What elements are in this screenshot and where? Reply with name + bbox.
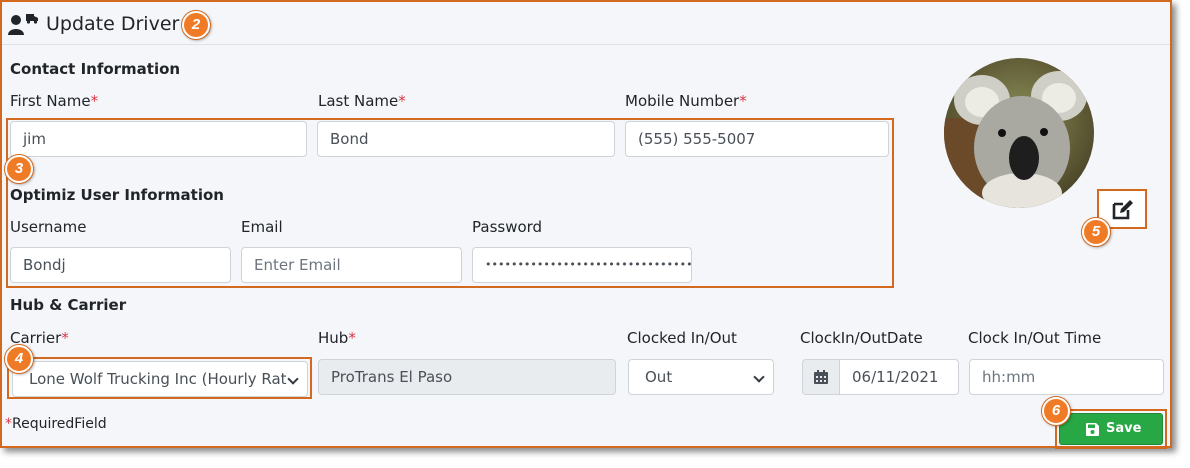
- clocked-select-value: Out: [645, 368, 673, 386]
- required-field-note: *RequiredField: [5, 416, 107, 432]
- user-section-title: Optimiz User Information: [10, 186, 224, 204]
- mobile-number-field[interactable]: (555) 555-5007: [625, 121, 889, 157]
- hub-carrier-section-title: Hub & Carrier: [10, 296, 127, 314]
- first-name-label: First Name*: [10, 92, 99, 110]
- hub-label: Hub*: [318, 329, 356, 347]
- callout-badge-2: 2: [182, 11, 210, 39]
- email-label: Email: [241, 218, 283, 236]
- clock-date-field[interactable]: 06/11/2021: [839, 359, 959, 395]
- password-field[interactable]: ••••••••••••••••••••••••••••••••: [472, 247, 692, 283]
- contact-section-title: Contact Information: [10, 60, 181, 78]
- first-name-field[interactable]: jim: [10, 121, 307, 157]
- mobile-number-label: Mobile Number*: [625, 92, 747, 110]
- panel-header: Update Driver 2: [2, 2, 1170, 45]
- clocked-label: Clocked In/Out: [627, 329, 737, 347]
- username-label: Username: [10, 218, 87, 236]
- edit-icon: [1112, 200, 1133, 220]
- clock-date-label: ClockIn/OutDate: [800, 329, 923, 347]
- koala-photo: [944, 58, 1094, 208]
- calendar-addon[interactable]: [802, 359, 840, 395]
- carrier-select-value: Lone Wolf Trucking Inc (Hourly Rat: [29, 370, 287, 388]
- update-driver-panel: Update Driver 2 Contact Information Firs…: [0, 0, 1172, 449]
- username-field[interactable]: Bondj: [10, 247, 231, 283]
- last-name-label: Last Name*: [318, 92, 406, 110]
- calendar-icon: [814, 370, 828, 384]
- callout-badge-5: 5: [1082, 218, 1110, 246]
- save-button-label: Save: [1106, 421, 1142, 436]
- callout-badge-3: 3: [5, 155, 33, 183]
- callout-badge-6: 6: [1042, 397, 1070, 425]
- clock-time-label: Clock In/Out Time: [968, 329, 1102, 347]
- hub-field: ProTrans El Paso: [318, 359, 616, 395]
- last-name-field[interactable]: Bond: [317, 121, 615, 157]
- save-button[interactable]: Save: [1059, 413, 1163, 445]
- carrier-select[interactable]: Lone Wolf Trucking Inc (Hourly Rat: [12, 361, 308, 397]
- clocked-select[interactable]: Out: [628, 359, 774, 395]
- email-field[interactable]: Enter Email: [241, 247, 462, 283]
- page-title: Update Driver: [46, 13, 180, 35]
- password-label: Password: [472, 218, 543, 236]
- callout-badge-4: 4: [5, 345, 33, 373]
- user-truck-icon: [8, 14, 38, 35]
- save-disk-icon: [1086, 423, 1099, 436]
- clock-time-field[interactable]: hh:mm: [969, 359, 1164, 395]
- driver-avatar: [944, 58, 1094, 208]
